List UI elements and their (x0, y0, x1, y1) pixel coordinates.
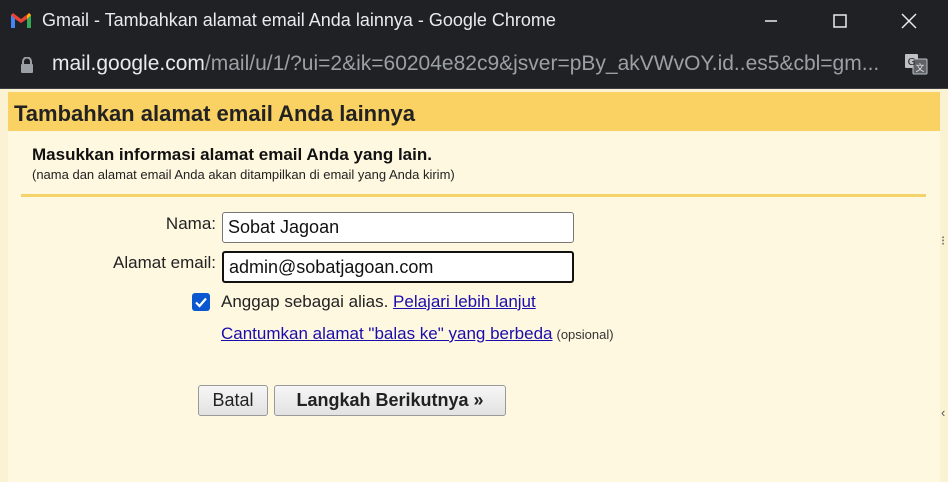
svg-text:G: G (908, 57, 916, 68)
dialog-header: Tambahkan alamat email Anda lainnya (8, 92, 940, 131)
email-label: Alamat email: (113, 253, 216, 272)
svg-text:文: 文 (915, 62, 924, 74)
maximize-icon (833, 14, 847, 28)
popup-page: Tambahkan alamat email Anda lainnya Masu… (0, 89, 948, 482)
url-host: mail.google.com (52, 52, 205, 75)
url-text[interactable]: mail.google.com/mail/u/1/?ui=2&ik=60204e… (52, 52, 879, 76)
right-edge-strip (940, 89, 948, 482)
intro-subtitle: (nama dan alamat email Anda akan ditampi… (32, 167, 455, 182)
email-input[interactable] (222, 251, 574, 283)
translate-icon[interactable]: G 文 (904, 53, 928, 75)
chrome-title-bar: Gmail - Tambahkan alamat email Anda lain… (0, 0, 948, 42)
cancel-button[interactable]: Batal (198, 385, 268, 416)
gmail-logo-icon (11, 13, 31, 28)
minimize-icon (765, 20, 777, 22)
checkmark-icon (195, 297, 207, 308)
reply-to-row: Cantumkan alamat "balas ke" yang berbeda… (221, 324, 614, 344)
alias-checkbox[interactable] (192, 293, 210, 311)
alias-text: Anggap sebagai alias. Pelajari lebih lan… (221, 292, 536, 312)
close-button[interactable] (886, 0, 932, 42)
minimize-button[interactable] (748, 0, 794, 42)
divider (21, 194, 926, 197)
dialog-content: Masukkan informasi alamat email Anda yan… (8, 131, 940, 482)
maximize-button[interactable] (817, 0, 863, 42)
dialog-title: Tambahkan alamat email Anda lainnya (14, 101, 416, 126)
name-input[interactable] (222, 212, 574, 243)
url-path: /mail/u/1/?ui=2&ik=60204e82c9&jsver=pBy_… (204, 52, 880, 75)
alias-label: Anggap sebagai alias. (221, 292, 389, 311)
address-bar[interactable]: mail.google.com/mail/u/1/?ui=2&ik=60204e… (0, 42, 948, 89)
name-label: Nama: (165, 214, 216, 233)
next-step-button[interactable]: Langkah Berikutnya » (274, 385, 506, 416)
window-title: Gmail - Tambahkan alamat email Anda lain… (42, 10, 556, 30)
close-icon (901, 13, 917, 29)
lock-icon (21, 57, 33, 73)
learn-more-link[interactable]: Pelajari lebih lanjut (393, 292, 536, 311)
intro-title: Masukkan informasi alamat email Anda yan… (32, 145, 432, 164)
background-fragment: ⁝ (941, 233, 946, 248)
optional-note: (opsional) (556, 327, 614, 342)
background-fragment: ‹ (941, 405, 946, 420)
reply-to-link[interactable]: Cantumkan alamat "balas ke" yang berbeda (221, 324, 553, 343)
